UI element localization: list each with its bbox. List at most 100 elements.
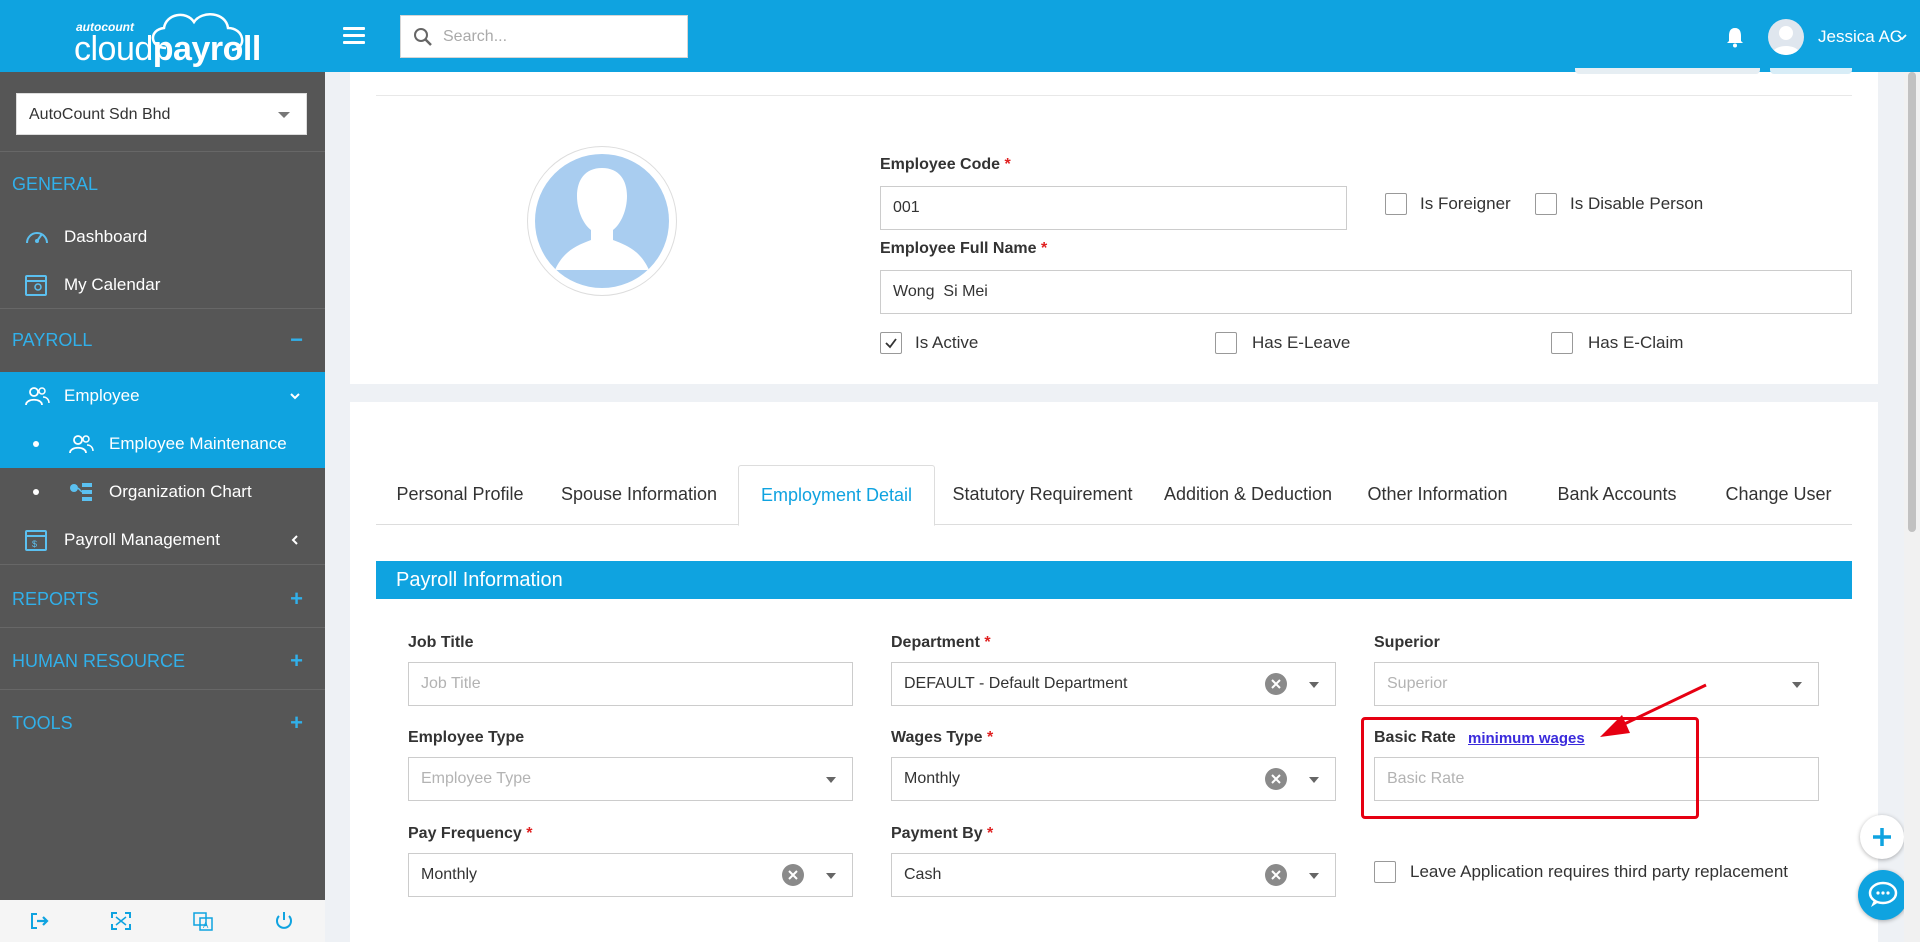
pay-frequency-label: Pay Frequency *	[408, 825, 533, 842]
tab-spouse-information[interactable]: Spouse Information	[544, 465, 734, 525]
expand-icon[interactable]: +	[290, 630, 303, 692]
tab-other-information[interactable]: Other Information	[1346, 465, 1529, 525]
tab-employment-detail[interactable]: Employment Detail	[738, 465, 935, 526]
company-select[interactable]: AutoCount Sdn Bhd	[16, 93, 307, 135]
caret-down-icon	[1309, 873, 1319, 879]
payment-by-select[interactable]: Cash	[891, 853, 1336, 897]
sidebar-item-dashboard[interactable]: Dashboard	[0, 213, 325, 261]
caret-down-icon	[1309, 777, 1319, 783]
employee-full-name-field[interactable]: Wong Si Mei	[880, 270, 1852, 314]
clear-icon[interactable]	[1265, 768, 1287, 790]
sidebar-item-employee-maintenance[interactable]: Employee Maintenance	[0, 420, 325, 468]
leave-replacement-checkbox[interactable]	[1374, 861, 1396, 883]
is-disable-person-label: Is Disable Person	[1570, 194, 1704, 213]
sidebar-item-my-calendar[interactable]: My Calendar	[0, 261, 325, 309]
chevron-down-icon[interactable]	[1897, 33, 1907, 41]
employee-type-select[interactable]: Employee Type	[408, 757, 853, 801]
is-foreigner-checkbox[interactable]	[1385, 193, 1407, 215]
section-reports[interactable]: REPORTS +	[0, 568, 325, 630]
section-human-resource[interactable]: HUMAN RESOURCE +	[0, 630, 325, 692]
pay-frequency-select[interactable]: Monthly	[408, 853, 853, 897]
clear-icon[interactable]	[1265, 864, 1287, 886]
has-e-claim-checkbox[interactable]	[1551, 332, 1573, 354]
department-value: DEFAULT - Default Department	[904, 675, 1128, 692]
sidebar-item-employee[interactable]: Employee	[0, 372, 325, 420]
employees-icon	[69, 435, 94, 454]
annotation-arrow-icon	[1600, 683, 1707, 737]
tab-bank-accounts[interactable]: Bank Accounts	[1529, 465, 1705, 525]
employee-photo-placeholder	[535, 154, 669, 288]
caret-down-icon	[1309, 682, 1319, 688]
search-icon	[414, 28, 432, 46]
person-silhouette-icon	[555, 168, 649, 270]
collapse-icon[interactable]: −	[290, 309, 303, 371]
tab-statutory-requirement[interactable]: Statutory Requirement	[935, 465, 1150, 525]
sidebar-item-label: Organization Chart	[109, 482, 252, 501]
tab-personal-profile[interactable]: Personal Profile	[376, 465, 544, 525]
employee-header-card: Employee Code * 001 Is Foreigner Is Disa…	[350, 68, 1878, 384]
tab-bar: Personal Profile Spouse Information Empl…	[376, 465, 1852, 526]
language-icon[interactable]: A	[192, 911, 214, 931]
wages-type-label: Wages Type *	[891, 729, 994, 746]
payroll-information-header: Payroll Information	[376, 561, 1852, 599]
job-title-input[interactable]: Job Title	[408, 662, 853, 706]
page-scrollbar[interactable]	[1904, 72, 1920, 942]
divider	[0, 564, 325, 565]
caret-down-icon	[278, 112, 290, 118]
section-tools[interactable]: TOOLS +	[0, 692, 325, 754]
is-foreigner-label: Is Foreigner	[1420, 194, 1511, 213]
fullscreen-icon[interactable]	[110, 911, 132, 931]
expand-icon[interactable]: +	[290, 692, 303, 754]
employees-icon	[25, 387, 50, 406]
section-payroll[interactable]: PAYROLL −	[0, 309, 325, 371]
tab-change-user[interactable]: Change User	[1705, 465, 1852, 525]
sidebar-item-organization-chart[interactable]: Organization Chart	[0, 468, 325, 516]
is-active-checkbox[interactable]	[880, 332, 902, 354]
department-select[interactable]: DEFAULT - Default Department	[891, 662, 1336, 706]
sidebar-item-label: My Calendar	[64, 275, 161, 294]
wages-type-select[interactable]: Monthly	[891, 757, 1336, 801]
logout-icon[interactable]	[29, 911, 51, 931]
has-e-leave-checkbox[interactable]	[1215, 332, 1237, 354]
add-button[interactable]	[1860, 815, 1904, 859]
user-name[interactable]: Jessica AC	[1818, 27, 1902, 47]
section-reports-label: REPORTS	[12, 589, 99, 609]
search-box[interactable]	[400, 15, 688, 58]
tab-addition-deduction[interactable]: Addition & Deduction	[1150, 465, 1346, 525]
bullet	[33, 489, 39, 495]
job-title-label: Job Title	[408, 634, 474, 651]
menu-toggle-icon[interactable]	[343, 27, 365, 45]
expand-icon[interactable]: +	[290, 568, 303, 630]
employee-type-placeholder: Employee Type	[421, 770, 531, 787]
svg-text:$: $	[32, 539, 37, 549]
is-disable-person-checkbox[interactable]	[1535, 193, 1557, 215]
top-bar: autocount cloudpayroll Jessica AC	[0, 0, 1920, 72]
notification-bell-icon[interactable]	[1725, 26, 1745, 48]
clear-icon[interactable]	[782, 864, 804, 886]
sidebar-item-label: Payroll Management	[64, 530, 220, 549]
has-e-claim-label: Has E-Claim	[1588, 333, 1684, 352]
employee-code-label: Employee Code *	[880, 156, 1011, 173]
user-avatar[interactable]	[1768, 19, 1804, 55]
has-e-leave-label: Has E-Leave	[1252, 333, 1351, 352]
action-button-edge	[1770, 68, 1852, 74]
employee-photo[interactable]	[527, 146, 677, 296]
job-title-placeholder: Job Title	[421, 675, 481, 692]
company-value: AutoCount Sdn Bhd	[29, 106, 171, 123]
caret-down-icon	[1792, 682, 1802, 688]
employee-code-field[interactable]: 001	[880, 186, 1347, 230]
chat-button[interactable]	[1858, 870, 1908, 920]
chat-icon	[1868, 881, 1898, 907]
power-icon[interactable]	[273, 911, 295, 931]
department-label: Department *	[891, 634, 991, 651]
cloudpayroll-logo[interactable]: autocount cloudpayroll	[0, 0, 325, 72]
sidebar-item-payroll-management[interactable]: $ Payroll Management	[0, 516, 325, 564]
section-tools-label: TOOLS	[12, 713, 73, 733]
calendar-icon	[25, 275, 47, 296]
scrollbar-thumb[interactable]	[1908, 72, 1916, 532]
search-input[interactable]	[443, 24, 673, 50]
sidebar-footer: A	[0, 900, 325, 942]
clear-icon[interactable]	[1265, 673, 1287, 695]
wages-type-value: Monthly	[904, 770, 961, 787]
section-general[interactable]: GENERAL	[0, 153, 325, 215]
